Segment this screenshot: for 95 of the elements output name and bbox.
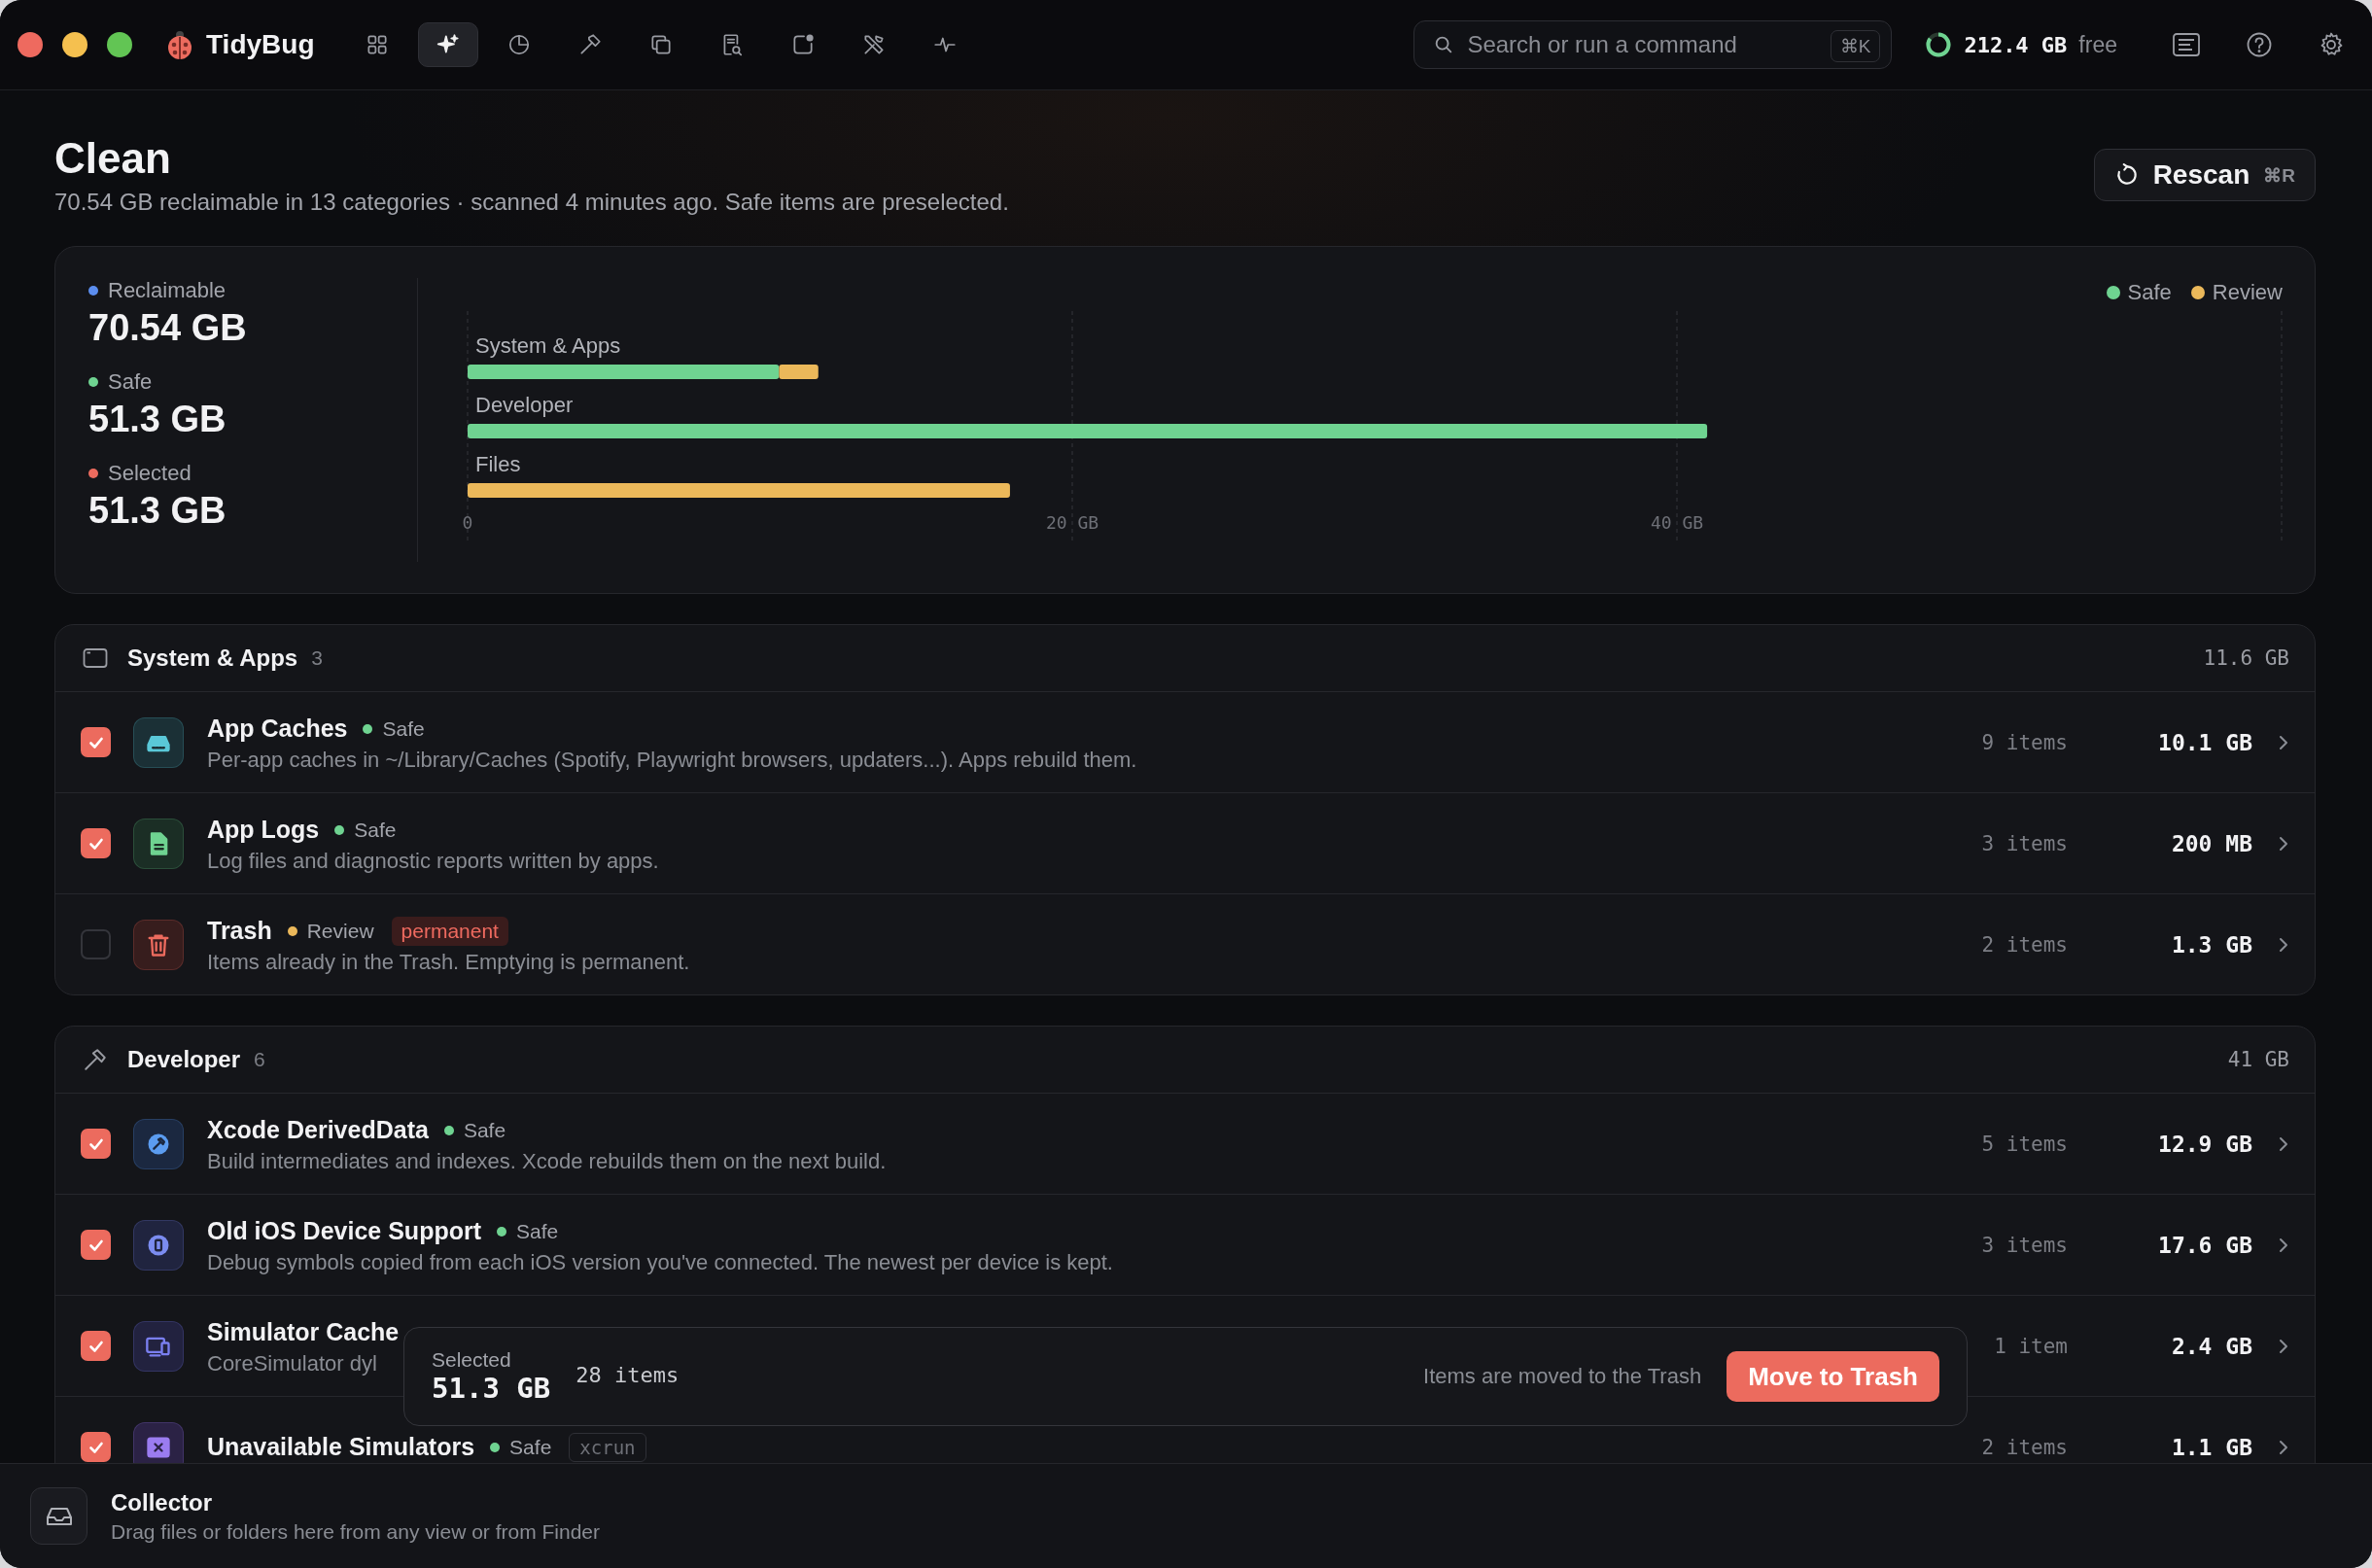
checkbox[interactable] <box>81 929 111 959</box>
category-title: Developer <box>127 1046 241 1073</box>
checkbox[interactable] <box>81 1230 111 1260</box>
disk-usage-ring-icon <box>1925 31 1953 58</box>
status-label: Safe <box>509 1435 552 1459</box>
free-space-value: 212.4 GB <box>1964 32 2068 57</box>
item-size: 200 MB <box>2170 830 2252 856</box>
devices-icon <box>133 1320 184 1372</box>
item-description: Per-app caches in ~/Library/Caches (Spotify, Playwright browsers, updaters...). Apps rebuild them. <box>207 747 1137 773</box>
minimize-window-button[interactable] <box>62 32 87 57</box>
category-label: Files <box>475 452 521 476</box>
category-count: 3 <box>311 646 323 670</box>
hammer-icon <box>133 1118 184 1169</box>
shortcut-hint: ⌘K <box>1830 30 1881 62</box>
item-count: 5 items <box>1980 1132 2068 1156</box>
item-count: 2 items <box>1980 932 2068 957</box>
rescan-button[interactable]: Rescan ⌘R <box>2093 149 2316 201</box>
nav-tab[interactable] <box>418 22 479 67</box>
item-count: 1 item <box>1993 1334 2068 1358</box>
list-icon[interactable] <box>2172 32 2201 57</box>
item-size: 12.9 GB <box>2157 1131 2252 1157</box>
square-dot-icon <box>790 32 817 57</box>
item-description: CoreSimulator dyl <box>207 1350 377 1376</box>
item-count: 3 items <box>1980 1233 2068 1257</box>
item-description: Items already in the Trash. Emptying is permanent. <box>207 949 690 975</box>
item-description: Log files and diagnostic reports written by apps. <box>207 848 659 874</box>
axis-tick-label: 40 GB <box>1650 512 1704 533</box>
checkbox[interactable] <box>81 1129 111 1159</box>
phone-icon <box>133 1219 184 1271</box>
status-label: Safe <box>354 818 397 842</box>
item-count: 9 items <box>1980 730 2068 754</box>
stat-label: Reclaimable <box>108 278 227 303</box>
item-description: Debug symbols copied from each iOS version you've connected. The newest per device is kept. <box>207 1249 1113 1275</box>
app-name: TidyBug <box>206 29 315 60</box>
stat-value: 51.3 GB <box>88 489 227 533</box>
collector-title: Collector <box>111 1488 213 1516</box>
stat-label: Selected <box>108 461 192 486</box>
axis-tick-label: 0 <box>462 512 473 533</box>
tag: xcrun <box>569 1432 646 1462</box>
status-label: Safe <box>382 716 425 741</box>
free-space-label: free <box>2078 31 2117 58</box>
selection-count: 28 items <box>576 1362 680 1387</box>
stat-value: 70.54 GB <box>88 306 248 350</box>
checkbox[interactable] <box>81 828 111 858</box>
collector-description: Drag files or folders here from any view or from Finder <box>111 1519 600 1544</box>
item-title: Simulator Cache <box>207 1318 400 1346</box>
category-count: 6 <box>254 1048 265 1071</box>
stat-label: Safe <box>108 369 153 395</box>
category-total: 41 GB <box>2227 1048 2289 1071</box>
item-count: 3 items <box>1980 831 2068 855</box>
category-total: 11.6 GB <box>2203 646 2289 670</box>
zoom-window-button[interactable] <box>107 32 132 57</box>
item-title: Unavailable Simulators <box>207 1433 475 1461</box>
close-window-button[interactable] <box>17 32 43 57</box>
legend-label: Review <box>2212 280 2283 305</box>
axis-tick-label: 20 GB <box>1045 512 1099 533</box>
trash-icon <box>133 919 184 970</box>
stat-value: 51.3 GB <box>88 398 227 441</box>
item-size: 17.6 GB <box>2157 1232 2252 1258</box>
help-icon[interactable] <box>2246 31 2273 58</box>
tray-icon <box>30 1487 87 1545</box>
item-size: 1.3 GB <box>2170 931 2252 958</box>
hammer-icon <box>577 32 604 57</box>
category-label: Developer <box>475 393 574 417</box>
item-title: App Caches <box>207 714 348 743</box>
x-icon <box>133 1421 184 1463</box>
category-title: System & Apps <box>127 645 298 672</box>
checkbox[interactable] <box>81 727 111 757</box>
page-subtitle: 70.54 GB reclaimable in 13 categories · scanned 4 minutes ago. Safe items are preselected. <box>54 188 1009 217</box>
checkbox[interactable] <box>81 1331 111 1361</box>
legend-label: Safe <box>2127 280 2172 305</box>
status-label: Safe <box>516 1219 559 1243</box>
selection-label: Selected <box>432 1348 512 1372</box>
item-title: Xcode DerivedData <box>207 1116 429 1144</box>
item-title: App Logs <box>207 816 320 844</box>
item-size: 1.1 GB <box>2170 1434 2252 1460</box>
selection-note: Items are moved to the Trash <box>1423 1364 1702 1389</box>
item-count: 2 items <box>1980 1435 2068 1459</box>
category-label: System & Apps <box>475 333 621 358</box>
item-description: Build intermediates and indexes. Xcode rebuilds them on the next build. <box>207 1148 887 1174</box>
checkbox[interactable] <box>81 1432 111 1462</box>
item-title: Old iOS Device Support <box>207 1217 481 1245</box>
item-size: 2.4 GB <box>2170 1333 2252 1359</box>
document-icon <box>133 818 184 869</box>
status-label: Safe <box>463 1118 506 1142</box>
status-label: Review <box>306 919 374 943</box>
page-title: Clean <box>54 133 172 184</box>
drive-icon <box>133 716 184 768</box>
item-size: 10.1 GB <box>2157 729 2252 755</box>
hammer-icon <box>83 1047 108 1072</box>
window-icon <box>83 647 108 669</box>
tag: permanent <box>391 916 508 946</box>
item-title: Trash <box>207 917 272 945</box>
selection-size: 51.3 GB <box>432 1372 551 1405</box>
ladybug-icon <box>165 29 194 60</box>
